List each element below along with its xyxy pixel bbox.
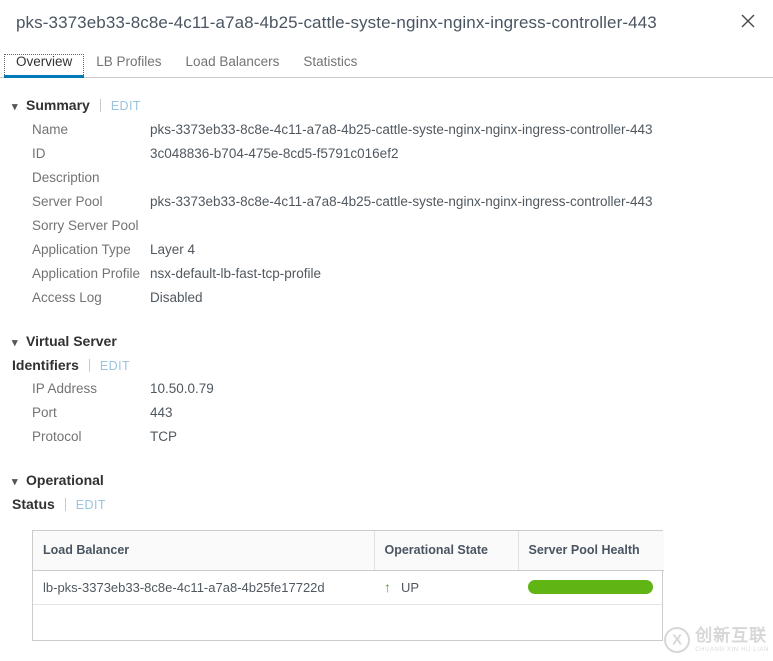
row-value: 443 <box>150 405 173 420</box>
row-label: Sorry Server Pool <box>32 218 139 233</box>
summary-row-application-profile: Application Profile nsx-default-lb-fast-… <box>0 266 773 290</box>
virtual-server-identifiers-rows: IP Address 10.50.0.79 Port 443 Protocol … <box>0 381 773 453</box>
watermark-pinyin: CHUANG XIN HU LIAN <box>695 646 769 653</box>
watermark-text: 创新互联 CHUANG XIN HU LIAN <box>695 625 769 653</box>
close-icon[interactable] <box>733 6 763 36</box>
watermark-logo: 创新互联 CHUANG XIN HU LIAN <box>664 627 769 653</box>
server-pool-health-bar <box>528 580 653 594</box>
arrow-up-icon: ↑ <box>384 579 391 595</box>
vsi-row-ip-address: IP Address 10.50.0.79 <box>0 381 773 405</box>
table-body: lb-pks-3373eb33-8c8e-4c11-a7a8-4b25fe177… <box>33 570 664 640</box>
row-label: IP Address <box>32 381 98 396</box>
section-title-operational-line1: Operational <box>26 472 104 488</box>
page-title: pks-3373eb33-8c8e-4c11-a7a8-4b25-cattle-… <box>16 13 657 32</box>
edit-link-summary[interactable]: EDIT <box>111 95 141 117</box>
chevron-down-icon-virtual-server-identifiers[interactable]: ▾ <box>12 332 26 354</box>
row-label: Application Type <box>32 242 131 257</box>
row-label: ID <box>32 146 46 161</box>
row-value: nsx-default-lb-fast-tcp-profile <box>150 266 322 281</box>
section-header-summary: ▾ Summary EDIT <box>0 94 773 118</box>
cell-load-balancer: lb-pks-3373eb33-8c8e-4c11-a7a8-4b25fe177… <box>33 570 374 605</box>
edit-link-virtual-server-identifiers[interactable]: EDIT <box>100 355 130 377</box>
circled-x-logo-icon <box>664 627 691 653</box>
tab-load-balancers[interactable]: Load Balancers <box>174 54 292 77</box>
virtual-server-details-window: pks-3373eb33-8c8e-4c11-a7a8-4b25-cattle-… <box>0 0 773 661</box>
summary-row-sorry-server-pool: Sorry Server Pool <box>0 218 773 242</box>
table-header-row: Load Balancer Operational State Server P… <box>33 531 664 571</box>
window-titlebar: pks-3373eb33-8c8e-4c11-a7a8-4b25-cattle-… <box>0 0 773 46</box>
row-value: TCP <box>150 429 177 444</box>
column-header-server-pool-health[interactable]: Server Pool Health <box>517 531 664 571</box>
cell-empty <box>33 604 374 640</box>
header-divider <box>99 99 101 112</box>
cell-operational-state: ↑ UP <box>374 570 518 605</box>
tab-statistics[interactable]: Statistics <box>291 54 369 77</box>
overview-content: ▾ Summary EDIT Name pks-3373eb33-8c8e-4c… <box>0 78 773 641</box>
section-title-virtual-server-line1: Virtual Server <box>26 333 117 349</box>
summary-row-id: ID 3c048836-b704-475e-8cd5-f5791c016ef2 <box>0 146 773 170</box>
operational-status-table: Load Balancer Operational State Server P… <box>33 531 664 640</box>
tab-lb-profiles[interactable]: LB Profiles <box>84 54 173 77</box>
row-value: Layer 4 <box>150 242 196 257</box>
edit-link-operational-status[interactable]: EDIT <box>76 494 106 516</box>
row-label: Description <box>32 170 100 185</box>
chevron-down-icon-operational-status[interactable]: ▾ <box>12 471 26 493</box>
summary-row-server-pool: Server Pool pks-3373eb33-8c8e-4c11-a7a8-… <box>0 194 773 218</box>
row-value: Disabled <box>150 290 203 305</box>
tab-bar: Overview LB Profiles Load Balancers Stat… <box>0 46 773 78</box>
summary-row-name: Name pks-3373eb33-8c8e-4c11-a7a8-4b25-ca… <box>0 122 773 146</box>
operational-state-indicator: ↑ UP <box>384 580 508 595</box>
column-header-load-balancer[interactable]: Load Balancer <box>33 531 374 571</box>
section-title-summary: Summary <box>26 97 90 113</box>
header-divider <box>64 498 66 511</box>
row-label: Name <box>32 122 69 137</box>
cell-server-pool-health <box>518 570 664 605</box>
summary-row-access-log: Access Log Disabled <box>0 290 773 314</box>
row-label: Access Log <box>32 290 102 305</box>
row-label: Protocol <box>32 429 82 444</box>
table-row[interactable]: lb-pks-3373eb33-8c8e-4c11-a7a8-4b25fe177… <box>33 570 664 605</box>
tab-lb-profiles-label: LB Profiles <box>96 54 162 69</box>
operational-status-table-wrapper: Load Balancer Operational State Server P… <box>32 530 664 641</box>
operational-state-label: UP <box>401 579 420 595</box>
watermark-chinese: 创新互联 <box>695 625 768 646</box>
section-header-operational-status: ▾ Operational Status EDIT <box>0 469 773 516</box>
section-title-virtual-server-line2: Identifiers <box>12 357 79 373</box>
section-header-virtual-server-identifiers: ▾ Virtual Server Identifiers EDIT <box>0 330 773 377</box>
vsi-row-protocol: Protocol TCP <box>0 429 773 453</box>
table-header: Load Balancer Operational State Server P… <box>33 531 664 571</box>
tab-statistics-label: Statistics <box>303 54 358 69</box>
tab-load-balancers-label: Load Balancers <box>185 54 280 69</box>
cell-empty <box>374 604 518 640</box>
tab-overview[interactable]: Overview <box>4 54 85 78</box>
row-value: pks-3373eb33-8c8e-4c11-a7a8-4b25-cattle-… <box>150 194 653 209</box>
tab-overview-label: Overview <box>16 54 73 69</box>
row-value: pks-3373eb33-8c8e-4c11-a7a8-4b25-cattle-… <box>150 122 653 137</box>
section-title-operational-line2: Status <box>12 496 55 512</box>
row-label: Server Pool <box>32 194 103 209</box>
vsi-row-port: Port 443 <box>0 405 773 429</box>
chevron-down-icon-summary[interactable]: ▾ <box>12 96 26 118</box>
header-divider <box>88 359 90 372</box>
column-header-operational-state[interactable]: Operational State <box>373 531 518 571</box>
summary-row-application-type: Application Type Layer 4 <box>0 242 773 266</box>
row-label: Port <box>32 405 57 420</box>
row-label: Application Profile <box>32 266 141 281</box>
summary-row-description: Description <box>0 170 773 194</box>
summary-rows: Name pks-3373eb33-8c8e-4c11-a7a8-4b25-ca… <box>0 122 773 314</box>
table-row-empty <box>33 604 664 640</box>
cell-empty <box>518 604 664 640</box>
row-value: 10.50.0.79 <box>150 381 214 396</box>
row-value: 3c048836-b704-475e-8cd5-f5791c016ef2 <box>150 146 399 161</box>
